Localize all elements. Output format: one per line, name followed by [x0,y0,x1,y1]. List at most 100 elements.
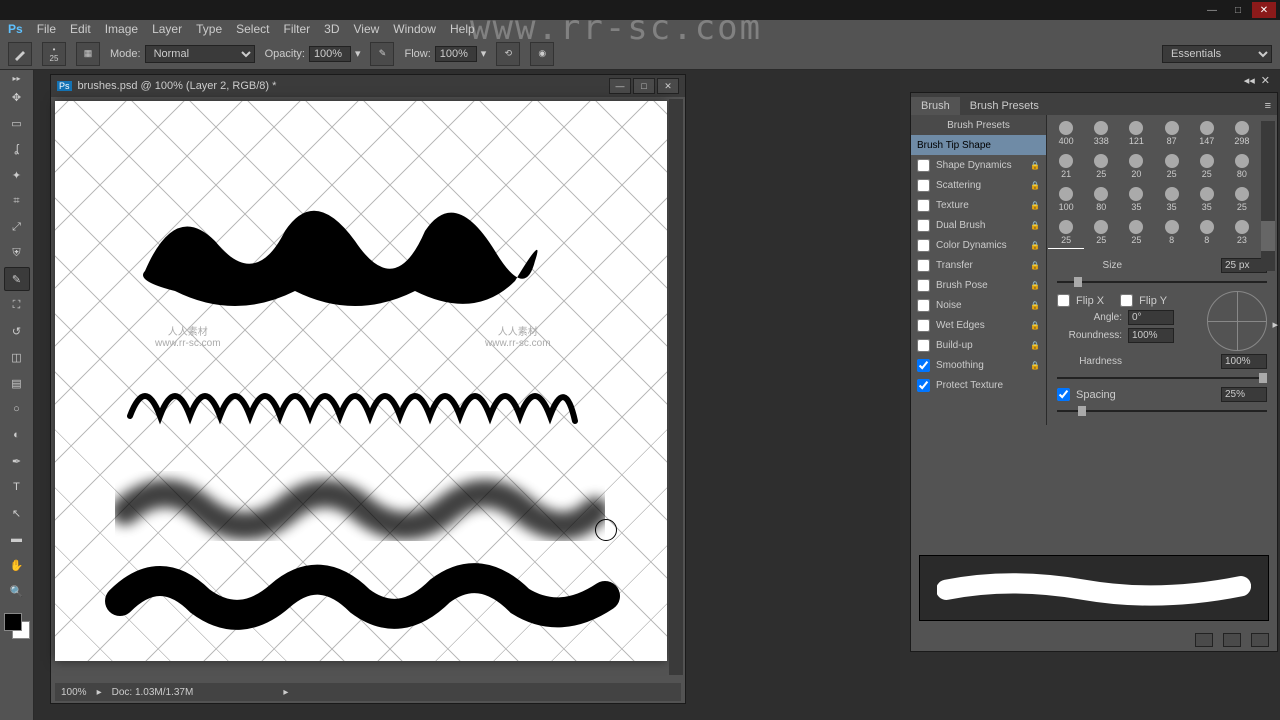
canvas[interactable]: 人人素材www.rr-sc.com 人人素材www.rr-sc.com [55,101,667,661]
move-tool[interactable]: ✥ [4,85,30,109]
brush-tip-shape-option[interactable]: Brush Tip Shape [911,135,1046,155]
brush-thumb[interactable]: 100 [1049,183,1083,215]
hardness-input[interactable] [1221,354,1267,369]
toggle-preview-icon[interactable] [1195,633,1213,647]
marquee-tool[interactable]: ▭ [4,111,30,135]
brush-thumb[interactable]: 80 [1225,150,1259,182]
tab-brush[interactable]: Brush [911,97,960,115]
doc-close[interactable]: ✕ [657,78,679,94]
brush-thumb[interactable]: 80 [1084,183,1118,215]
brush-thumb[interactable]: 298 [1225,117,1259,149]
brush-thumb[interactable]: 20 [1119,150,1153,182]
menu-image[interactable]: Image [105,22,138,36]
menu-select[interactable]: Select [236,22,269,36]
color-swatch[interactable] [4,613,30,639]
flipy-checkbox[interactable] [1120,294,1133,307]
new-brush-icon[interactable] [1223,633,1241,647]
pen-tool[interactable]: ✒ [4,449,30,473]
brush-tool[interactable]: ✎ [4,267,30,291]
pressure-opacity-icon[interactable]: ✎ [370,42,394,66]
menu-edit[interactable]: Edit [70,22,91,36]
opacity-input[interactable] [309,46,351,62]
brush-thumb[interactable]: 23 [1225,216,1259,248]
wand-tool[interactable]: ✦ [4,163,30,187]
heal-tool[interactable]: ⛨ [4,241,30,265]
brush-thumb[interactable]: 35 [1119,183,1153,215]
brush-option-scattering[interactable]: Scattering🔒 [911,175,1046,195]
checkbox[interactable] [917,359,930,372]
dodge-tool[interactable]: ◐ [4,423,30,447]
checkbox[interactable] [917,259,930,272]
size-slider[interactable] [1057,276,1267,288]
brush-thumb[interactable]: 400 [1049,117,1083,149]
menu-3d[interactable]: 3D [324,22,339,36]
eraser-tool[interactable]: ◫ [4,345,30,369]
checkbox[interactable] [917,219,930,232]
type-tool[interactable]: T [4,475,30,499]
brush-thumb[interactable]: 25 [1084,150,1118,182]
thumbs-scrollbar[interactable] [1261,121,1275,271]
brush-thumb[interactable]: 25 [1225,183,1259,215]
checkbox[interactable] [917,299,930,312]
brush-presets-header[interactable]: Brush Presets [911,115,1046,135]
blur-tool[interactable]: ○ [4,397,30,421]
tab-brush-presets[interactable]: Brush Presets [960,97,1049,115]
brush-panel-toggle-icon[interactable]: ▦ [76,42,100,66]
brush-thumb[interactable]: 35 [1190,183,1224,215]
checkbox[interactable] [917,179,930,192]
brush-option-dual-brush[interactable]: Dual Brush🔒 [911,215,1046,235]
crop-tool[interactable]: ⌗ [4,189,30,213]
window-maximize[interactable]: □ [1226,2,1250,18]
zoom-tool[interactable]: 🔍 [4,579,30,603]
zoom-level[interactable]: 100% [61,687,87,698]
checkbox[interactable] [917,199,930,212]
menu-file[interactable]: File [37,22,56,36]
flipx-checkbox[interactable] [1057,294,1070,307]
stamp-tool[interactable]: ⛶ [4,293,30,317]
panel-menu-icon[interactable]: ≡ [1259,97,1277,115]
brush-option-protect-texture[interactable]: Protect Texture [911,375,1046,395]
panel-collapse-icon[interactable]: ◂◂ [1244,74,1255,87]
workspace-select[interactable]: Essentials [1162,45,1272,63]
tool-preset-icon[interactable] [8,42,32,66]
brush-option-transfer[interactable]: Transfer🔒 [911,255,1046,275]
brush-thumb[interactable]: 8 [1155,216,1189,248]
brush-option-shape-dynamics[interactable]: Shape Dynamics🔒 [911,155,1046,175]
brush-option-noise[interactable]: Noise🔒 [911,295,1046,315]
brush-preset-picker[interactable]: •25 [42,42,66,66]
hand-tool[interactable]: ✋ [4,553,30,577]
menu-window[interactable]: Window [393,22,436,36]
path-tool[interactable]: ↖ [4,501,30,525]
angle-input[interactable] [1128,310,1174,325]
checkbox[interactable] [917,339,930,352]
brush-option-texture[interactable]: Texture🔒 [911,195,1046,215]
brush-option-wet-edges[interactable]: Wet Edges🔒 [911,315,1046,335]
doc-maximize[interactable]: □ [633,78,655,94]
brush-thumb[interactable]: 8 [1190,216,1224,248]
brush-option-color-dynamics[interactable]: Color Dynamics🔒 [911,235,1046,255]
status-flyout-icon[interactable]: ▸ [97,687,102,698]
brush-thumb[interactable]: 147 [1190,117,1224,149]
brush-thumb[interactable]: 25 [1049,216,1083,248]
spacing-checkbox[interactable] [1057,388,1070,401]
eyedropper-tool[interactable]: ⤢ [4,215,30,239]
status-arrow-icon[interactable]: ▸ [283,687,288,698]
spacing-input[interactable] [1221,387,1267,402]
window-minimize[interactable]: — [1200,2,1224,18]
brush-thumb[interactable]: 25 [1190,150,1224,182]
angle-dial[interactable]: ▸ [1207,291,1267,351]
window-close[interactable]: ✕ [1252,2,1276,18]
menu-filter[interactable]: Filter [283,22,310,36]
panel-close-icon[interactable]: ✕ [1261,74,1270,87]
brush-option-build-up[interactable]: Build-up🔒 [911,335,1046,355]
checkbox[interactable] [917,379,930,392]
menu-view[interactable]: View [354,22,380,36]
menu-layer[interactable]: Layer [152,22,182,36]
blend-mode-select[interactable]: Normal [145,45,255,63]
brush-thumb[interactable]: 25 [1084,216,1118,248]
brush-option-smoothing[interactable]: Smoothing🔒 [911,355,1046,375]
checkbox[interactable] [917,319,930,332]
canvas-scrollbar[interactable] [669,99,683,675]
brush-thumb[interactable]: 35 [1155,183,1189,215]
brush-thumb[interactable]: 121 [1119,117,1153,149]
